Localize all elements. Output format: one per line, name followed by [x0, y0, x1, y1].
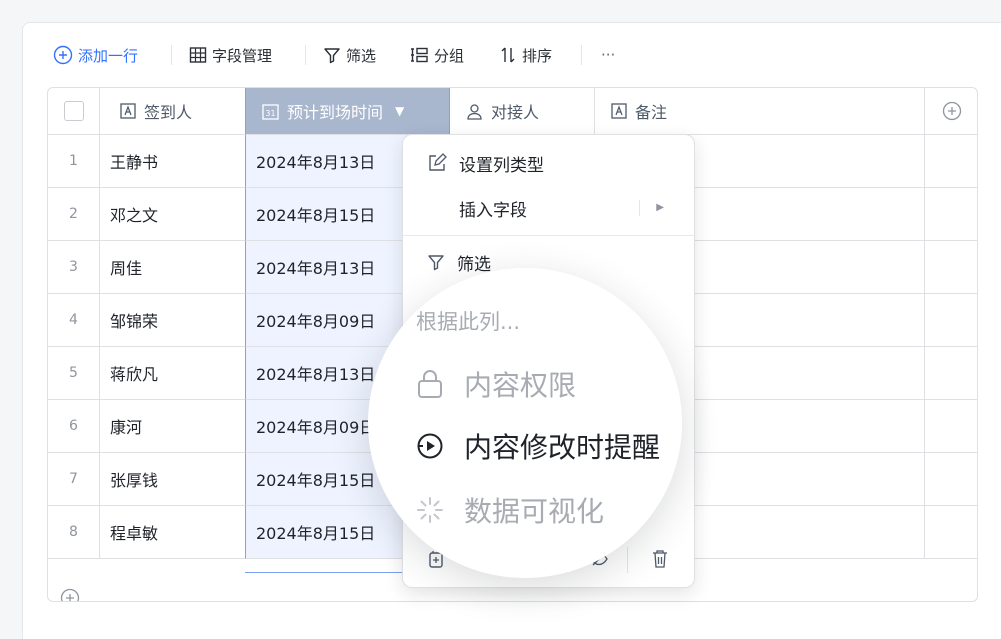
cell-empty[interactable] — [925, 188, 977, 241]
menu-item-insert-field[interactable]: 插入字段 ▶ — [403, 188, 694, 228]
plus-circle-icon — [53, 45, 73, 65]
cell-empty[interactable] — [925, 453, 977, 506]
magnifier-lens: 根据此列... 内容权限 内容修改时提醒 数据可视化 — [368, 268, 682, 578]
add-row-button[interactable]: 添加一行 — [53, 44, 138, 66]
cell-checkin-person[interactable]: 康河 — [100, 400, 246, 453]
apply-by-column-hint: 根据此列... — [416, 310, 521, 334]
select-all-checkbox[interactable] — [63, 101, 84, 121]
reminder-play-icon — [417, 433, 443, 459]
menu-item-change-reminder[interactable]: 内容修改时提醒 — [416, 426, 660, 466]
menu-item-label: 内容修改时提醒 — [464, 431, 661, 464]
filter-button[interactable]: 筛选 — [323, 44, 376, 66]
header-select-cell — [48, 88, 100, 135]
group-label: 分组 — [434, 46, 465, 65]
row-number[interactable]: 2 — [48, 188, 100, 241]
menu-item-label: 数据可视化 — [464, 495, 605, 528]
column-label: 签到人 — [144, 103, 193, 122]
add-row-inline-button[interactable] — [60, 588, 80, 601]
trash-icon[interactable] — [651, 549, 669, 569]
row-number[interactable]: 3 — [48, 241, 100, 294]
cell-checkin-person[interactable]: 周佳 — [100, 241, 246, 294]
sort-arrows-icon — [501, 47, 515, 63]
filter-label: 筛选 — [346, 46, 377, 65]
person-icon — [467, 103, 482, 120]
actions-divider — [627, 547, 628, 573]
more-label: ··· — [601, 46, 616, 64]
column-header-notes[interactable]: 备注 — [595, 88, 925, 135]
cell-empty[interactable] — [925, 347, 977, 400]
menu-item-set-column-type[interactable]: 设置列类型 — [403, 143, 694, 183]
svg-text:31: 31 — [265, 109, 275, 118]
table-grid-icon — [189, 47, 207, 63]
row-number[interactable]: 4 — [48, 294, 100, 347]
loading-spinner-icon — [417, 497, 443, 523]
filter-funnel-icon — [428, 255, 444, 271]
chevron-down-icon[interactable]: ▼ — [395, 104, 404, 118]
lock-icon — [418, 370, 442, 398]
text-type-icon — [120, 103, 136, 119]
sort-label: 排序 — [522, 46, 553, 65]
column-header-checkin[interactable]: 签到人 — [100, 88, 246, 135]
menu-item-label: 插入字段 — [459, 200, 527, 221]
column-header-contact[interactable]: 对接人 — [450, 88, 595, 135]
menu-item-label: 内容权限 — [464, 369, 577, 402]
cell-empty[interactable] — [925, 400, 977, 453]
toolbar-divider — [305, 45, 306, 65]
cell-empty[interactable] — [925, 241, 977, 294]
sort-button[interactable]: 排序 — [499, 44, 552, 66]
menu-item-label: 筛选 — [457, 254, 491, 275]
row-number[interactable]: 7 — [48, 453, 100, 506]
menu-divider — [403, 235, 694, 236]
more-button[interactable]: ··· — [601, 44, 615, 66]
toolbar: 添加一行 字段管理 筛选 分组 排序 ··· — [23, 23, 1001, 85]
plus-circle-icon — [60, 588, 80, 601]
cell-checkin-person[interactable]: 邹锦荣 — [100, 294, 246, 347]
cell-empty[interactable] — [925, 506, 977, 559]
toolbar-divider — [171, 45, 172, 65]
row-number[interactable]: 6 — [48, 400, 100, 453]
calendar-31-icon: 31 — [262, 103, 279, 120]
edit-icon — [429, 153, 447, 171]
field-management-button[interactable]: 字段管理 — [189, 44, 272, 66]
filter-funnel-icon — [324, 48, 340, 64]
column-label: 对接人 — [491, 103, 540, 122]
column-label: 预计到场时间 — [287, 103, 384, 122]
group-button[interactable]: 分组 — [409, 44, 464, 66]
cell-checkin-person[interactable]: 蒋欣凡 — [100, 347, 246, 400]
add-column-button[interactable] — [925, 88, 977, 135]
cell-checkin-person[interactable]: 王静书 — [100, 135, 246, 188]
cell-checkin-person[interactable]: 程卓敏 — [100, 506, 246, 559]
cell-empty[interactable] — [925, 294, 977, 347]
field-management-label: 字段管理 — [212, 46, 273, 65]
cell-checkin-person[interactable]: 邓之文 — [100, 188, 246, 241]
menu-item-content-permissions[interactable]: 内容权限 — [416, 364, 576, 404]
add-row-label: 添加一行 — [78, 46, 139, 65]
column-header-arrival-time[interactable]: 31 预计到场时间 ▼ — [245, 88, 450, 135]
row-number[interactable]: 5 — [48, 347, 100, 400]
cell-empty[interactable] — [925, 135, 977, 188]
group-icon — [411, 47, 428, 63]
menu-item-data-visualization[interactable]: 数据可视化 — [416, 490, 604, 530]
row-number[interactable]: 1 — [48, 135, 100, 188]
cell-checkin-person[interactable]: 张厚钱 — [100, 453, 246, 506]
menu-item-label: 设置列类型 — [459, 155, 544, 176]
submenu-arrow-icon: ▶ — [656, 202, 664, 213]
plus-circle-icon — [942, 101, 962, 121]
text-type-icon — [611, 103, 627, 119]
submenu-divider — [639, 200, 640, 216]
row-number[interactable]: 8 — [48, 506, 100, 559]
column-label: 备注 — [635, 103, 668, 122]
toolbar-divider — [581, 45, 582, 65]
